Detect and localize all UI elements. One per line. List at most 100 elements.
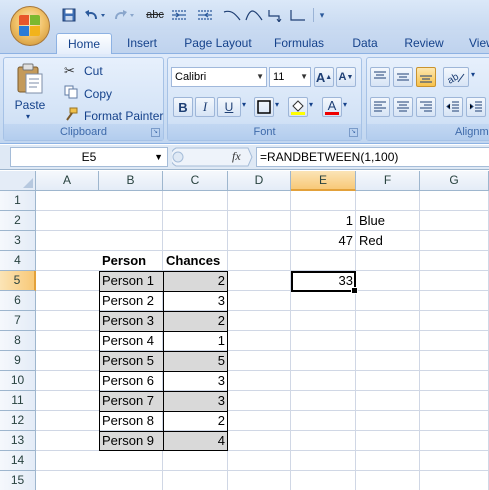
tab-data[interactable]: Data xyxy=(340,33,390,54)
column-header-b[interactable]: B xyxy=(99,171,163,191)
connector-icon[interactable] xyxy=(266,6,286,24)
row-header-15[interactable]: 15 xyxy=(0,471,36,490)
formula-bar-expander-icon[interactable] xyxy=(169,147,254,167)
cell-e3[interactable]: 47 xyxy=(291,231,356,251)
cell-f2[interactable]: Blue xyxy=(356,211,420,231)
row-header-4[interactable]: 4 xyxy=(0,251,36,271)
person-name-cell[interactable]: Person 9 xyxy=(99,431,163,451)
formula-input[interactable]: =RANDBETWEEN(1,100) xyxy=(256,147,489,167)
strikethrough-icon[interactable]: abc xyxy=(144,6,166,24)
person-name-cell[interactable]: Person 4 xyxy=(99,331,163,351)
person-name-cell[interactable]: Person 5 xyxy=(99,351,163,371)
increase-indent-button[interactable] xyxy=(466,97,486,117)
save-icon[interactable] xyxy=(60,6,78,24)
person-chances-cell[interactable]: 3 xyxy=(163,391,228,411)
align-center-button[interactable] xyxy=(393,97,413,117)
row-header-6[interactable]: 6 xyxy=(0,291,36,311)
person-name-cell[interactable]: Person 3 xyxy=(99,311,163,331)
tab-view[interactable]: View xyxy=(463,33,489,54)
font-color-dropdown-icon[interactable]: ▾ xyxy=(343,100,347,109)
borders-dropdown-icon[interactable]: ▾ xyxy=(275,100,279,109)
row-header-13[interactable]: 13 xyxy=(0,431,36,451)
row-header-12[interactable]: 12 xyxy=(0,411,36,431)
align-top-button[interactable] xyxy=(370,67,390,87)
grow-font-button[interactable]: A ▲ xyxy=(314,67,334,87)
orientation-button[interactable]: ab xyxy=(443,67,469,87)
shrink-font-button[interactable]: A ▼ xyxy=(336,67,356,87)
office-button[interactable] xyxy=(10,6,50,46)
row-header-9[interactable]: 9 xyxy=(0,351,36,371)
person-name-cell[interactable]: Person 1 xyxy=(99,271,163,291)
name-box[interactable]: E5 ▼ xyxy=(10,147,168,167)
cell-b4-person-header[interactable]: Person xyxy=(99,251,163,271)
orientation-dropdown-icon[interactable]: ▾ xyxy=(471,70,475,79)
row-header-11[interactable]: 11 xyxy=(0,391,36,411)
person-chances-cell[interactable]: 3 xyxy=(163,291,228,311)
select-all-button[interactable] xyxy=(0,171,36,191)
row-header-2[interactable]: 2 xyxy=(0,211,36,231)
align-bottom-button[interactable] xyxy=(416,67,436,87)
underline-dropdown-icon[interactable]: ▾ xyxy=(242,100,246,109)
person-chances-cell[interactable]: 2 xyxy=(163,271,228,291)
unmerge-icon[interactable] xyxy=(196,6,214,24)
tab-formulas[interactable]: Formulas xyxy=(266,33,332,54)
cell-e5[interactable]: 33 xyxy=(291,271,356,291)
paste-dropdown-icon[interactable]: ▾ xyxy=(26,112,30,121)
tab-page-layout[interactable]: Page Layout xyxy=(178,33,258,54)
person-chances-cell[interactable]: 2 xyxy=(163,411,228,431)
paste-button[interactable]: Paste xyxy=(12,98,48,112)
fill-color-dropdown-icon[interactable]: ▾ xyxy=(309,100,313,109)
tab-insert[interactable]: Insert xyxy=(116,33,168,54)
font-size-combo[interactable]: 11 ▼ xyxy=(269,67,311,87)
cell-c4-chances-header[interactable]: Chances xyxy=(163,251,228,271)
align-left-button[interactable] xyxy=(370,97,390,117)
cell-e2[interactable]: 1 xyxy=(291,211,356,231)
format-painter-button[interactable]: Format Painter xyxy=(64,107,163,124)
row-header-8[interactable]: 8 xyxy=(0,331,36,351)
column-header-e[interactable]: E xyxy=(291,171,356,191)
person-name-cell[interactable]: Person 8 xyxy=(99,411,163,431)
tab-review[interactable]: Review xyxy=(396,33,452,54)
connector-icon[interactable] xyxy=(288,6,308,24)
person-name-cell[interactable]: Person 7 xyxy=(99,391,163,411)
row-header-14[interactable]: 14 xyxy=(0,451,36,471)
person-chances-cell[interactable]: 3 xyxy=(163,371,228,391)
person-chances-cell[interactable]: 1 xyxy=(163,331,228,351)
font-name-combo[interactable]: Calibri ▼ xyxy=(171,67,267,87)
fill-color-button[interactable] xyxy=(288,97,308,117)
person-name-cell[interactable]: Person 6 xyxy=(99,371,163,391)
merge-icon[interactable] xyxy=(170,6,188,24)
tab-home[interactable]: Home xyxy=(56,33,112,54)
align-middle-button[interactable] xyxy=(393,67,413,87)
row-header-3[interactable]: 3 xyxy=(0,231,36,251)
decrease-indent-button[interactable] xyxy=(443,97,463,117)
copy-button[interactable]: Copy xyxy=(64,85,112,102)
italic-button[interactable]: I xyxy=(195,97,215,117)
row-header-7[interactable]: 7 xyxy=(0,311,36,331)
column-header-c[interactable]: C xyxy=(163,171,228,191)
person-chances-cell[interactable]: 5 xyxy=(163,351,228,371)
column-header-f[interactable]: F xyxy=(356,171,420,191)
paste-icon[interactable] xyxy=(12,62,48,96)
underline-button[interactable]: U xyxy=(217,97,241,117)
person-name-cell[interactable]: Person 2 xyxy=(99,291,163,311)
row-header-1[interactable]: 1 xyxy=(0,191,36,211)
borders-button[interactable] xyxy=(254,97,274,117)
font-launcher-icon[interactable]: ↘ xyxy=(349,128,358,137)
fx-icon[interactable]: fx xyxy=(232,149,241,164)
column-header-a[interactable]: A xyxy=(36,171,99,191)
align-right-button[interactable] xyxy=(416,97,436,117)
cut-button[interactable]: ✂ Cut xyxy=(64,63,103,79)
cell-f3[interactable]: Red xyxy=(356,231,420,251)
connector-icon[interactable] xyxy=(222,6,242,24)
redo-icon[interactable] xyxy=(112,6,138,24)
row-header-5[interactable]: 5 xyxy=(0,271,36,291)
row-header-10[interactable]: 10 xyxy=(0,371,36,391)
column-header-d[interactable]: D xyxy=(228,171,291,191)
qat-dropdown-icon[interactable]: ▾ xyxy=(316,6,328,24)
connector-icon[interactable] xyxy=(244,6,264,24)
person-chances-cell[interactable]: 4 xyxy=(163,431,228,451)
column-header-g[interactable]: G xyxy=(420,171,489,191)
clipboard-launcher-icon[interactable]: ↘ xyxy=(151,128,160,137)
font-color-button[interactable]: A xyxy=(322,97,342,117)
